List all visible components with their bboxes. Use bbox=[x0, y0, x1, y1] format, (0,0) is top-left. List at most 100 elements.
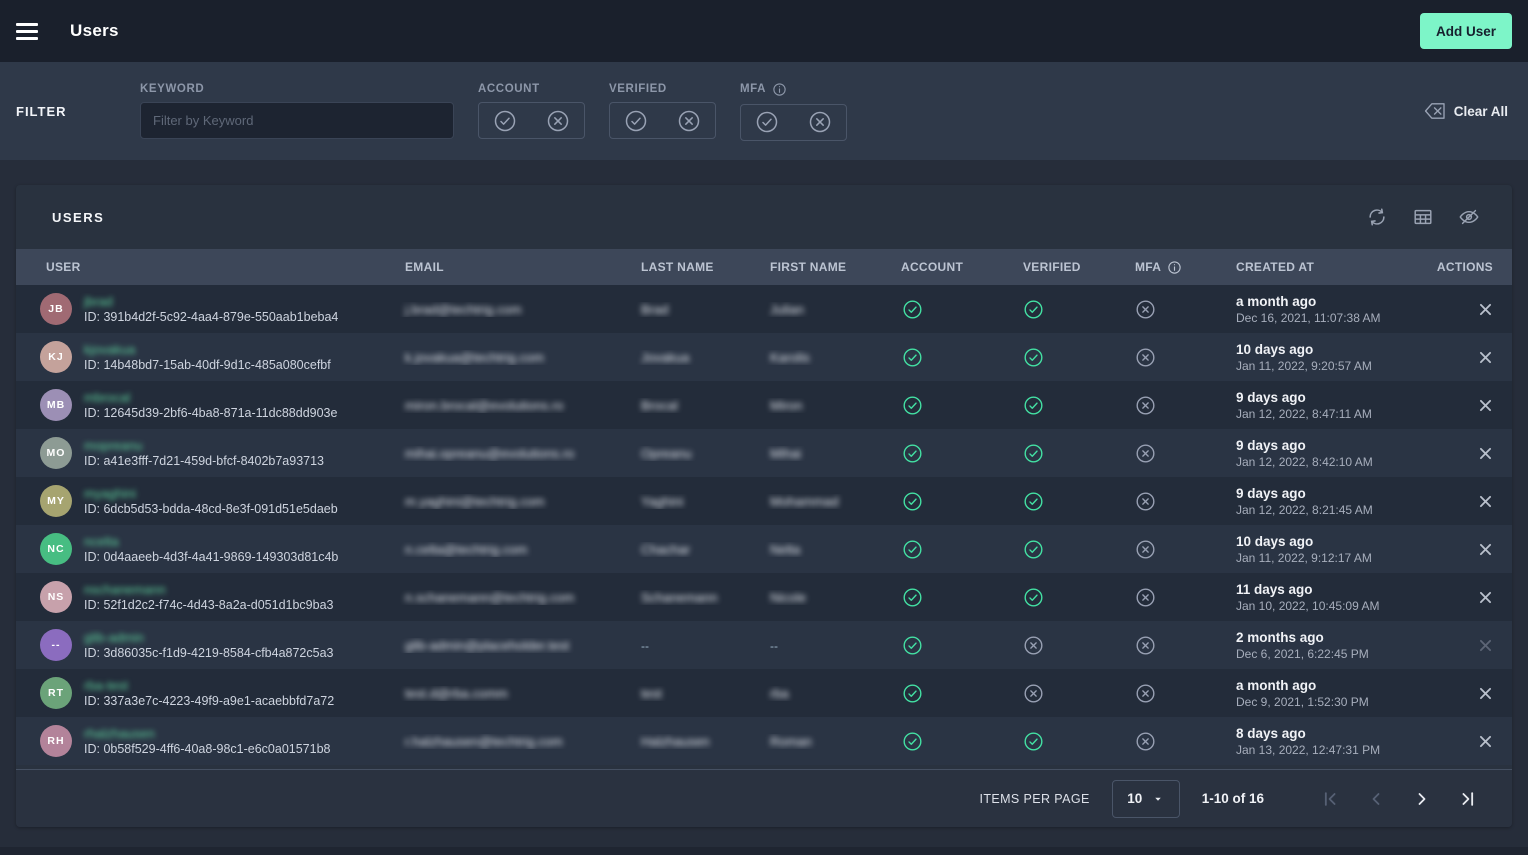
user-id: ID: 3d86035c-f1d9-4219-8584-cfb4a872c5a3 bbox=[84, 646, 334, 660]
username-link[interactable]: rhalzhausen bbox=[84, 726, 155, 741]
empty-value: -- bbox=[641, 639, 649, 653]
mfa-toggle-group bbox=[740, 104, 847, 141]
table-row: RTrba-testID: 337a3e7c-4223-49f9-a9e1-ac… bbox=[16, 669, 1512, 717]
table-header-row: USER EMAIL LAST NAME FIRST NAME ACCOUNT … bbox=[16, 249, 1512, 285]
delete-user-icon[interactable] bbox=[1473, 729, 1498, 754]
delete-user-icon[interactable] bbox=[1473, 681, 1498, 706]
created-relative: 2 months ago bbox=[1236, 630, 1421, 645]
username-link[interactable]: myaghini bbox=[84, 486, 136, 501]
eye-off-icon[interactable] bbox=[1454, 202, 1484, 232]
table-row: NSnschanemannID: 52f1d2c2-f74c-4d43-8a2a… bbox=[16, 573, 1512, 621]
delete-user-icon[interactable] bbox=[1473, 297, 1498, 322]
last-name-cell: Opreanu bbox=[626, 446, 755, 461]
pagination-bar: ITEMS PER PAGE 10 1-10 of 16 bbox=[16, 769, 1512, 827]
username-link[interactable]: mopreanu bbox=[84, 438, 143, 453]
table-row: NCnceltaID: 0d4aaeeb-4d3f-4a41-9869-1493… bbox=[16, 525, 1512, 573]
avatar: MB bbox=[40, 389, 72, 421]
verified-toggle-group bbox=[609, 102, 716, 139]
first-name-cell: Nelta bbox=[755, 542, 883, 557]
delete-user-icon[interactable] bbox=[1473, 441, 1498, 466]
user-id: ID: 12645d39-2bf6-4ba8-871a-11dc88dd903e bbox=[84, 406, 337, 420]
last-name-cell: Yaghini bbox=[626, 494, 755, 509]
verified-check-icon bbox=[1004, 587, 1116, 608]
first-page-icon[interactable] bbox=[1314, 783, 1346, 815]
username-link[interactable]: rba-test bbox=[84, 678, 128, 693]
username-link[interactable]: mbrocal bbox=[84, 390, 130, 405]
email-cell: mihai.opreanu@evolutions.ro bbox=[388, 446, 626, 461]
first-name-cell: Karolis bbox=[755, 350, 883, 365]
created-date: Dec 16, 2021, 11:07:38 AM bbox=[1236, 311, 1421, 325]
created-relative: 9 days ago bbox=[1236, 390, 1421, 405]
info-icon[interactable] bbox=[772, 82, 787, 97]
created-relative: a month ago bbox=[1236, 294, 1421, 309]
account-check-icon bbox=[883, 683, 1004, 704]
users-panel: USERS USER EMAIL LAST NAME FIRST NAME AC… bbox=[16, 185, 1512, 827]
menu-icon[interactable] bbox=[16, 15, 52, 47]
verified-check-icon bbox=[1004, 299, 1116, 320]
email-cell: n.celta@techtrig.com bbox=[388, 542, 626, 557]
avatar: MO bbox=[40, 437, 72, 469]
account-check-icon bbox=[883, 347, 1004, 368]
delete-user-icon[interactable] bbox=[1473, 393, 1498, 418]
email-cell: n.schanemann@techtrig.com bbox=[388, 590, 626, 605]
mfa-filter-label: MFA bbox=[740, 83, 766, 95]
col-actions: ACTIONS bbox=[1421, 260, 1512, 274]
refresh-icon[interactable] bbox=[1362, 202, 1392, 232]
table-row: MB mbrocalID: 12645d39-2bf6-4ba8-871a-11d… bbox=[16, 381, 1512, 429]
created-date: Jan 13, 2022, 12:47:31 PM bbox=[1236, 743, 1421, 757]
verified-x-icon bbox=[1004, 683, 1116, 704]
first-name-cell: Mohammad bbox=[755, 494, 883, 509]
username-link[interactable]: jbrad bbox=[84, 294, 113, 309]
account-yes-icon[interactable] bbox=[493, 109, 517, 133]
account-filter: ACCOUNT bbox=[478, 83, 585, 139]
add-user-button[interactable]: Add User bbox=[1420, 13, 1512, 49]
delete-user-icon[interactable] bbox=[1473, 345, 1498, 370]
account-check-icon bbox=[883, 443, 1004, 464]
created-relative: 9 days ago bbox=[1236, 486, 1421, 501]
next-page-icon[interactable] bbox=[1406, 783, 1438, 815]
account-check-icon bbox=[883, 491, 1004, 512]
mfa-x-icon bbox=[1116, 347, 1216, 368]
chevron-down-icon bbox=[1152, 793, 1164, 805]
account-no-icon[interactable] bbox=[546, 109, 570, 133]
username-link[interactable]: nschanemann bbox=[84, 582, 166, 597]
avatar: -- bbox=[40, 629, 72, 661]
keyword-input[interactable] bbox=[140, 102, 454, 139]
delete-user-icon[interactable] bbox=[1473, 489, 1498, 514]
filter-caption: FILTER bbox=[16, 104, 140, 119]
table-icon[interactable] bbox=[1408, 202, 1438, 232]
clear-all-button[interactable]: Clear All bbox=[1424, 102, 1512, 120]
first-name-cell: -- bbox=[755, 638, 883, 653]
page-size-select[interactable]: 10 bbox=[1112, 780, 1180, 818]
delete-user-icon bbox=[1473, 633, 1498, 658]
email-cell: m.yaghini@techtrig.com bbox=[388, 494, 626, 509]
delete-user-icon[interactable] bbox=[1473, 585, 1498, 610]
last-page-icon[interactable] bbox=[1452, 783, 1484, 815]
previous-page-icon[interactable] bbox=[1360, 783, 1392, 815]
verified-check-icon bbox=[1004, 491, 1116, 512]
username-link[interactable]: glib-admin bbox=[84, 630, 144, 645]
mfa-x-icon bbox=[1116, 587, 1216, 608]
verified-no-icon[interactable] bbox=[677, 109, 701, 133]
mfa-yes-icon[interactable] bbox=[755, 110, 779, 134]
last-name-cell: Brocal bbox=[626, 398, 755, 413]
account-check-icon bbox=[883, 635, 1004, 656]
first-name-cell: Miron bbox=[755, 398, 883, 413]
last-name-cell: Chachar bbox=[626, 542, 755, 557]
username-link[interactable]: ncelta bbox=[84, 534, 119, 549]
verified-filter: VERIFIED bbox=[609, 83, 716, 139]
mfa-no-icon[interactable] bbox=[808, 110, 832, 134]
table-row: MYmyaghiniID: 6dcb5d53-bdda-48cd-8e3f-09… bbox=[16, 477, 1512, 525]
username-link[interactable]: kjovakua bbox=[84, 342, 135, 357]
verified-yes-icon[interactable] bbox=[624, 109, 648, 133]
email-cell: glib-admin@placeholder.test bbox=[388, 638, 626, 653]
delete-user-icon[interactable] bbox=[1473, 537, 1498, 562]
empty-value: -- bbox=[770, 639, 778, 653]
col-verified: VERIFIED bbox=[1004, 260, 1116, 274]
first-name-cell: Julian bbox=[755, 302, 883, 317]
info-icon[interactable] bbox=[1167, 260, 1182, 275]
top-app-bar: Users Add User bbox=[0, 0, 1528, 62]
mfa-x-icon bbox=[1116, 299, 1216, 320]
user-id: ID: 6dcb5d53-bdda-48cd-8e3f-091d51e5daeb bbox=[84, 502, 338, 516]
created-relative: 9 days ago bbox=[1236, 438, 1421, 453]
